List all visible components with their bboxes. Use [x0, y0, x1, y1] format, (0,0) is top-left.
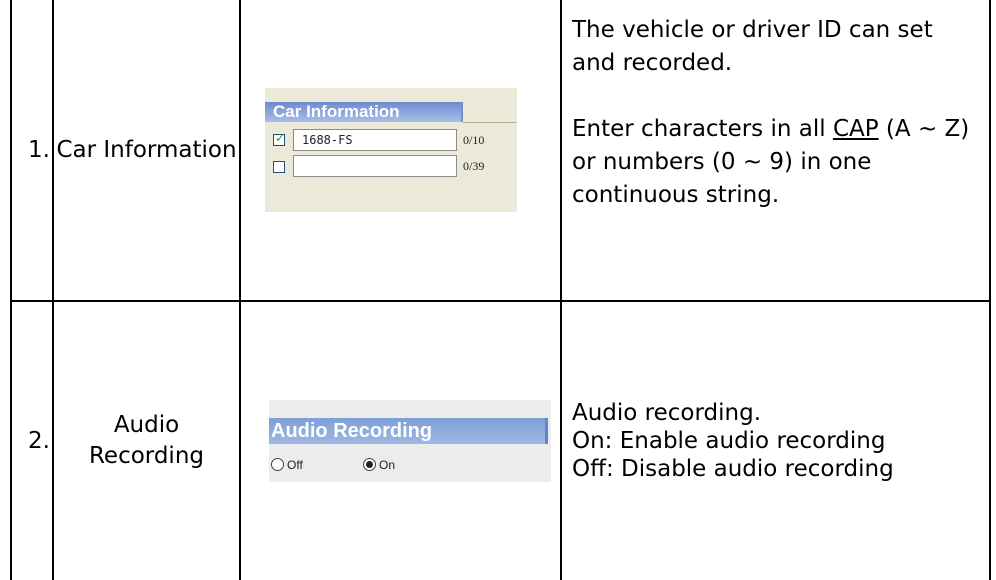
- table-row: 2. Audio Recording Audio Recording Off O…: [10, 300, 991, 580]
- row-description: The vehicle or driver ID can set and rec…: [560, 0, 991, 302]
- description-line: On: Enable audio recording: [572, 428, 886, 454]
- row-name: Car Information: [52, 0, 241, 302]
- audio-recording-panel: Audio Recording Off On: [269, 400, 551, 482]
- audio-on-radio[interactable]: [363, 458, 376, 471]
- audio-off-label: Off: [287, 458, 303, 472]
- audio-off-radio[interactable]: [271, 458, 284, 471]
- screenshot-cell: Audio Recording Off On: [239, 300, 562, 580]
- checkmark-icon: ✓: [275, 131, 286, 145]
- row-description: Audio recording. On: Enable audio record…: [560, 300, 991, 580]
- panel-header-extension: [463, 102, 517, 123]
- panel-title: Car Information: [273, 102, 400, 121]
- table-row: 1. Car Information Car Information ✓ 168…: [10, 0, 991, 302]
- vehicle-id-count: 0/10: [463, 133, 485, 147]
- description-paragraph: Enter characters in all CAP (A ~ Z) or n…: [572, 116, 970, 208]
- driver-id-checkbox[interactable]: [273, 161, 285, 173]
- row-number: 1.: [10, 0, 54, 302]
- panel-title: Audio Recording: [271, 420, 433, 442]
- row-number: 2.: [10, 300, 54, 580]
- row-name: Audio Recording: [52, 300, 241, 580]
- description-line: Audio recording.: [572, 400, 762, 426]
- vehicle-id-checkbox[interactable]: ✓: [273, 131, 286, 146]
- settings-table: 1. Car Information Car Information ✓ 168…: [10, 0, 991, 580]
- description-paragraph: The vehicle or driver ID can set and rec…: [572, 17, 933, 76]
- underlined-term: CAP: [832, 116, 879, 142]
- row-name-text: Car Information: [56, 136, 237, 163]
- row-name-text: Audio Recording: [88, 412, 205, 469]
- screenshot-cell: Car Information ✓ 1688-FS 0/10 0/39: [239, 0, 562, 302]
- description-line: Off: Disable audio recording: [572, 456, 894, 482]
- audio-on-label: On: [379, 458, 396, 472]
- driver-id-field[interactable]: [293, 155, 457, 177]
- car-information-panel: Car Information ✓ 1688-FS 0/10 0/39: [265, 88, 517, 212]
- driver-id-count: 0/39: [463, 159, 485, 173]
- vehicle-id-field[interactable]: 1688-FS: [293, 129, 457, 151]
